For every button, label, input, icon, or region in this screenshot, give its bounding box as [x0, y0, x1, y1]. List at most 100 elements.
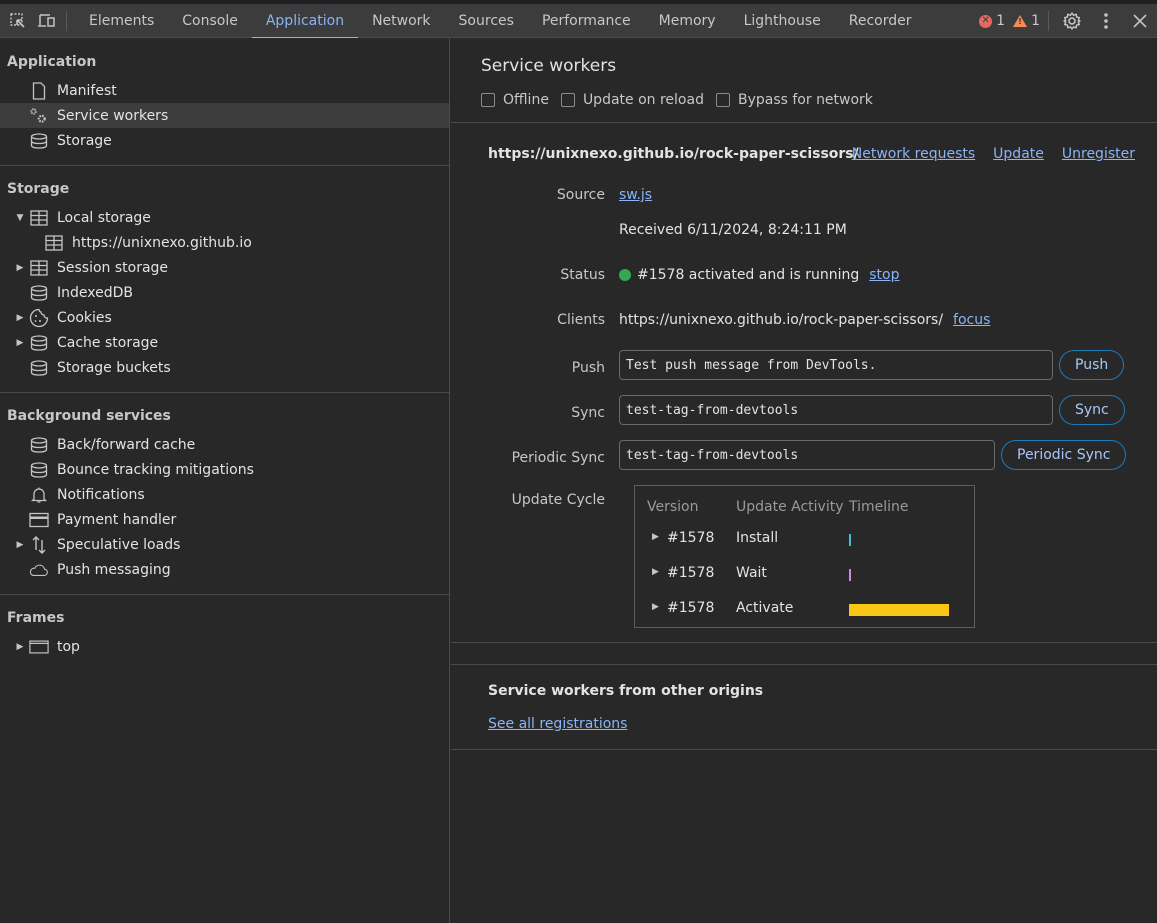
periodic-sync-button[interactable]: Periodic Sync [1001, 440, 1127, 470]
status-label: Status [560, 267, 605, 283]
sidebar-item-storage-buckets[interactable]: Storage buckets [0, 355, 449, 380]
checkbox-box[interactable] [481, 93, 495, 107]
warning-count: 1 [1031, 13, 1040, 29]
sidebar-item-cache-storage[interactable]: ▶ Cache storage [0, 330, 449, 355]
sidebar-item-back-forward-cache[interactable]: Back/forward cache [0, 432, 449, 457]
see-all-registrations-link[interactable]: See all registrations [488, 716, 627, 732]
sidebar-item-label: Storage [57, 132, 112, 149]
checkbox-box[interactable] [715, 93, 730, 107]
error-icon: ✕ [979, 14, 993, 28]
other-origins-title: Service workers from other origins [488, 683, 764, 699]
status-running-icon [619, 269, 631, 281]
table-row[interactable]: ▶ #1578 Activate [635, 593, 974, 628]
service-worker-entry: https://unixnexo.github.io/rock-paper-sc… [451, 123, 1157, 643]
checkbox-box[interactable] [560, 93, 575, 107]
expand-arrow-icon[interactable]: ▶ [652, 602, 659, 612]
update-cycle-table: Version Update Activity Timeline ▶ #1578… [634, 485, 975, 628]
warning-badge[interactable]: ! 1 [1013, 13, 1040, 29]
options-row: Offline Update on reload Bypass for netw… [481, 92, 885, 108]
collapsed-arrow-icon[interactable]: ▶ [15, 540, 25, 550]
error-badge[interactable]: ✕ 1 [979, 13, 1005, 29]
collapsed-arrow-icon[interactable]: ▶ [15, 642, 25, 652]
inspect-element-icon[interactable] [4, 7, 32, 35]
sidebar-item-speculative-loads[interactable]: ▶ Speculative loads [0, 532, 449, 557]
service-workers-panel: Service workers Offline Update on reload… [451, 38, 1157, 923]
sidebar-item-label: Session storage [57, 259, 169, 276]
device-toolbar-icon[interactable] [32, 7, 60, 35]
bypass-for-network-checkbox[interactable]: Bypass for network [715, 92, 873, 108]
source-file-link[interactable]: sw.js [619, 187, 652, 203]
sidebar-item-indexeddb[interactable]: IndexedDB [0, 280, 449, 305]
sidebar-item-frame-top[interactable]: ▶ top [0, 634, 449, 659]
sidebar-item-notifications[interactable]: Notifications [0, 482, 449, 507]
version-cell: #1578 [667, 600, 715, 616]
tab-network[interactable]: Network [358, 4, 444, 38]
focus-link[interactable]: focus [953, 312, 990, 328]
settings-gear-icon[interactable] [1055, 7, 1089, 35]
sidebar-item-storage[interactable]: Storage [0, 128, 449, 153]
table-icon [44, 233, 64, 253]
offline-checkbox[interactable]: Offline [481, 92, 549, 108]
timeline-bar-install [849, 534, 851, 546]
periodic-sync-tag-input[interactable] [619, 440, 995, 470]
more-options-icon[interactable] [1089, 7, 1123, 35]
sidebar-item-local-storage[interactable]: ▼ Local storage [0, 205, 449, 230]
unregister-link[interactable]: Unregister [1062, 146, 1135, 162]
collapsed-arrow-icon[interactable]: ▶ [15, 263, 25, 273]
version-cell: #1578 [667, 530, 715, 546]
database-icon [29, 358, 49, 378]
expand-arrow-icon[interactable]: ▶ [652, 567, 659, 577]
tab-elements[interactable]: Elements [75, 4, 168, 38]
close-icon[interactable] [1123, 7, 1157, 35]
clients-row: Clients https://unixnexo.github.io/rock-… [451, 312, 1157, 328]
collapsed-arrow-icon[interactable]: ▶ [15, 338, 25, 348]
expand-arrow-icon[interactable]: ▶ [652, 532, 659, 542]
update-on-reload-checkbox[interactable]: Update on reload [560, 92, 704, 108]
push-message-input[interactable] [619, 350, 1053, 380]
push-button[interactable]: Push [1059, 350, 1125, 380]
activity-cell: Wait [736, 565, 767, 581]
tab-console[interactable]: Console [168, 4, 252, 38]
expanded-arrow-icon[interactable]: ▼ [15, 213, 25, 223]
table-row[interactable]: ▶ #1578 Wait [635, 558, 974, 593]
collapsed-arrow-icon[interactable]: ▶ [15, 313, 25, 323]
stop-link[interactable]: stop [869, 267, 899, 283]
client-url: https://unixnexo.github.io/rock-paper-sc… [619, 312, 944, 328]
update-cycle-label: Update Cycle [511, 492, 605, 508]
push-row: Push Push [451, 350, 1157, 380]
network-requests-link[interactable]: Network requests [852, 146, 975, 162]
sync-tag-input[interactable] [619, 395, 1053, 425]
sidebar-item-session-storage[interactable]: ▶ Session storage [0, 255, 449, 280]
table-row[interactable]: ▶ #1578 Install [635, 523, 974, 558]
worker-actions: Network requests Update Unregister [852, 146, 1135, 162]
error-count: 1 [996, 13, 1006, 29]
sync-button[interactable]: Sync [1059, 395, 1125, 425]
sidebar-item-manifest[interactable]: Manifest [0, 78, 449, 103]
sync-label: Sync [571, 405, 605, 421]
sidebar-item-local-storage-origin[interactable]: https://unixnexo.github.io [0, 230, 449, 255]
tab-sources[interactable]: Sources [445, 4, 528, 38]
credit-card-icon [29, 510, 49, 530]
sidebar-item-label: Storage buckets [57, 359, 171, 376]
sidebar-item-cookies[interactable]: ▶ Cookies [0, 305, 449, 330]
sidebar: Application Manifest Service workers Sto… [0, 38, 450, 923]
cloud-icon [29, 560, 49, 580]
tab-recorder[interactable]: Recorder [835, 4, 926, 38]
update-link[interactable]: Update [993, 146, 1044, 162]
warning-icon: ! [1013, 15, 1028, 27]
sidebar-item-bounce-tracking[interactable]: Bounce tracking mitigations [0, 457, 449, 482]
sidebar-item-push-messaging[interactable]: Push messaging [0, 557, 449, 582]
database-icon [29, 333, 49, 353]
activity-cell: Activate [736, 600, 794, 616]
panel-title: Service workers [481, 56, 617, 76]
sidebar-item-service-workers[interactable]: Service workers [0, 103, 449, 128]
tab-application[interactable]: Application [251, 4, 359, 39]
checkbox-label: Offline [503, 92, 549, 108]
source-row: Source sw.js [451, 187, 1157, 203]
sidebar-item-payment-handler[interactable]: Payment handler [0, 507, 449, 532]
status-text: #1578 activated and is running [637, 267, 860, 283]
cookie-icon [29, 308, 49, 328]
tab-performance[interactable]: Performance [528, 4, 645, 38]
tab-memory[interactable]: Memory [645, 4, 730, 38]
tab-lighthouse[interactable]: Lighthouse [730, 4, 835, 38]
